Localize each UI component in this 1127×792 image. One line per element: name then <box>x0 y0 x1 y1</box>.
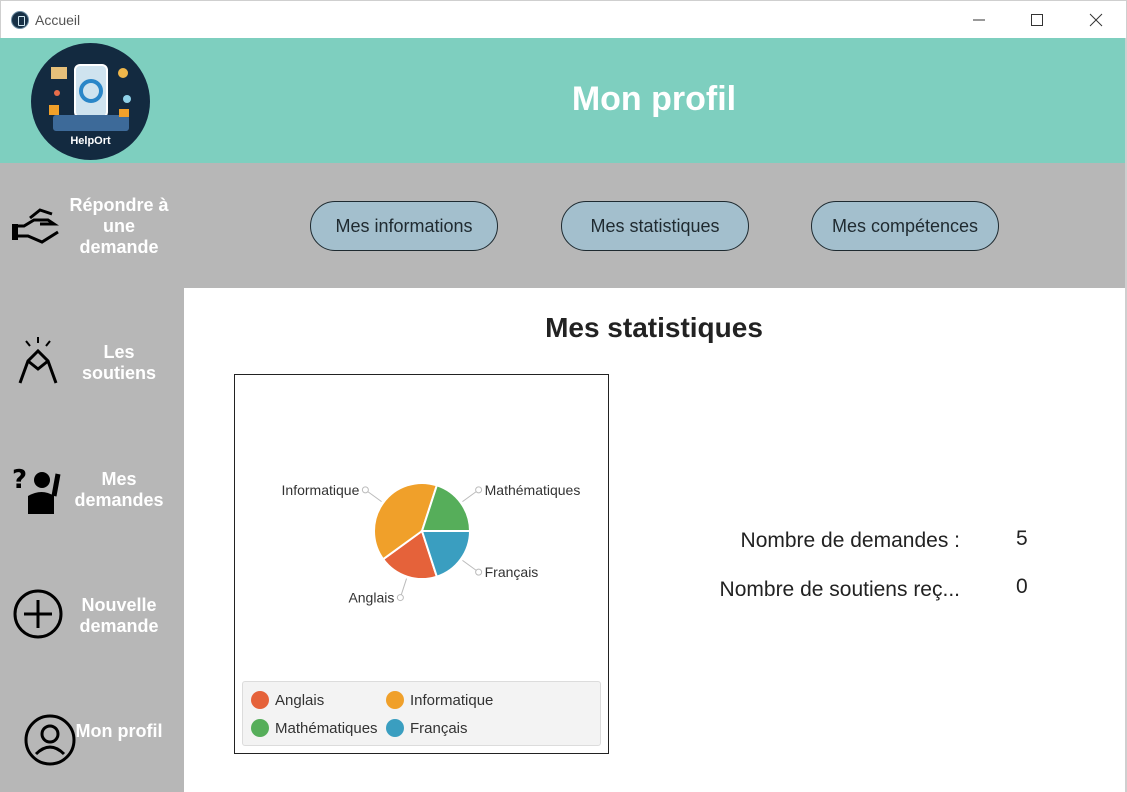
legend-item: Anglais <box>251 690 324 710</box>
pie-label-dot <box>361 486 369 494</box>
sidebar-item-label: Mes demandes <box>74 469 164 510</box>
app-icon <box>11 11 29 29</box>
maximize-icon <box>1031 14 1043 26</box>
window-title-bar: Accueil <box>0 0 1127 38</box>
stat-value-demandes: 5 <box>1016 527 1028 550</box>
close-icon <box>1089 13 1103 27</box>
pie-label-dot <box>396 594 404 602</box>
legend-item: Français <box>386 718 468 738</box>
svg-text:?: ? <box>12 465 27 495</box>
minimize-icon <box>973 19 985 21</box>
app-header: HelpOrt Mon profil <box>0 38 1127 163</box>
helport-logo: HelpOrt <box>31 43 150 160</box>
close-button[interactable] <box>1067 1 1125 39</box>
sidebar-item-mon-profil[interactable]: Mon profil <box>0 687 184 792</box>
sidebar-item-label: Répondre à une demande <box>69 195 169 257</box>
profile-tab-bar: Mes informations Mes statistiques Mes co… <box>184 163 1127 288</box>
stat-value-soutiens: 0 <box>1016 575 1028 598</box>
stat-label-demandes: Nombre de demandes : <box>740 529 960 552</box>
chart-legend: Anglais Informatique Mathématiques Franç… <box>242 681 601 746</box>
pie-label-dot <box>475 568 483 576</box>
sidebar-item-repondre[interactable]: Répondre à une demande <box>0 170 184 280</box>
legend-swatch <box>251 691 269 709</box>
pie-label: Anglais <box>348 590 394 606</box>
section-title: Mes statistiques <box>545 312 763 343</box>
sidebar-item-label: Nouvelle demande <box>79 595 159 636</box>
tab-mes-competences[interactable]: Mes compétences <box>811 201 999 251</box>
pie-label: Français <box>485 564 539 580</box>
sidebar-item-nouvelle-demande[interactable]: Nouvelle demande <box>0 561 184 671</box>
legend-label: Mathématiques <box>275 719 378 737</box>
sidebar-item-soutiens[interactable]: Les soutiens <box>0 308 184 418</box>
main-content: Mes statistiques Anglais Informatique Math… <box>184 288 1125 792</box>
legend-swatch <box>251 719 269 737</box>
question-person-icon: ? <box>12 465 61 514</box>
legend-item: Informatique <box>386 690 493 710</box>
pie-chart-panel: Anglais Informatique Mathématiques Français… <box>234 374 609 754</box>
handshake-offer-icon <box>12 208 59 244</box>
minimize-button[interactable] <box>950 1 1008 39</box>
pie-label-dot <box>475 486 483 494</box>
tab-mes-informations[interactable]: Mes informations <box>310 201 498 251</box>
tab-mes-statistiques[interactable]: Mes statistiques <box>561 201 749 251</box>
legend-label: Français <box>410 719 468 737</box>
clasped-hands-icon <box>18 337 58 384</box>
sidebar: Répondre à une demande Les soutiens ? Me… <box>0 163 184 792</box>
pie-chart: Anglais Informatique Mathématiques Français <box>282 482 581 606</box>
logo-text: HelpOrt <box>70 135 111 147</box>
legend-swatch <box>386 691 404 709</box>
pie-label: Informatique <box>282 482 360 498</box>
pie-label: Mathématiques <box>485 482 581 498</box>
plus-circle-icon <box>13 589 63 639</box>
sidebar-item-label: Les soutiens <box>81 342 156 383</box>
window-title: Accueil <box>35 12 81 28</box>
legend-label: Informatique <box>410 691 494 709</box>
legend-item: Mathématiques <box>251 718 378 738</box>
legend-label: Anglais <box>275 691 325 709</box>
stat-label-soutiens: Nombre de soutiens reç... <box>719 578 960 601</box>
sidebar-item-mes-demandes[interactable]: ? Mes demandes <box>0 435 184 545</box>
maximize-button[interactable] <box>1008 1 1066 39</box>
legend-swatch <box>386 719 404 737</box>
sidebar-item-label: Mon profil <box>75 721 163 741</box>
page-title: Mon profil <box>571 80 737 118</box>
